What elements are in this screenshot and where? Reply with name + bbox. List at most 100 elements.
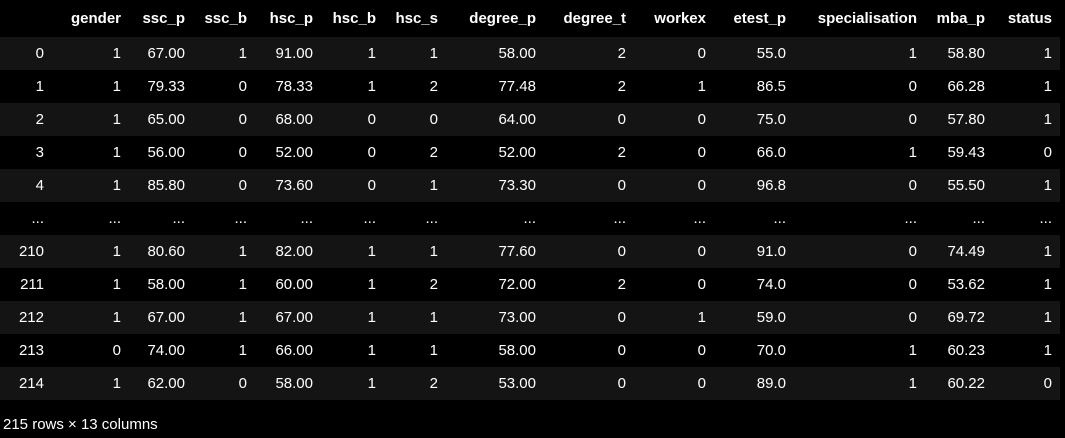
table-cell: 72.00 xyxy=(498,276,536,293)
table-cell: 1 xyxy=(908,144,917,161)
table-cell: 0 xyxy=(367,177,376,194)
table-cell: 0 xyxy=(367,144,376,161)
table-cell: 58.00 xyxy=(498,45,536,62)
table-row: 212 1 67.00 1 67.00 1 1 73.00 0 1 59.0 0 69.72 1 xyxy=(0,301,1060,334)
table-row: 1 1 79.33 0 78.33 1 2 77.48 2 1 86.5 0 66.28 1 xyxy=(0,70,1060,103)
row-index: 211 xyxy=(20,276,44,293)
row-index: 214 xyxy=(18,375,44,392)
table-cell: 0 xyxy=(697,342,706,359)
table-row: 2 1 65.00 0 68.00 0 0 64.00 0 0 75.0 0 57.80 1 xyxy=(0,103,1060,136)
table-cell: 58.80 xyxy=(947,45,985,62)
table-cell: 0 xyxy=(429,111,438,128)
table-cell: 1 xyxy=(367,78,376,95)
table-cell: 53.62 xyxy=(947,276,985,293)
table-cell: 1 xyxy=(112,78,121,95)
column-header: degree_t xyxy=(563,10,626,27)
table-cell: 67.00 xyxy=(147,45,185,62)
table-cell: 52.00 xyxy=(498,144,536,161)
table-cell: ... xyxy=(425,210,438,227)
row-index: 0 xyxy=(35,45,44,62)
index-header xyxy=(0,0,52,37)
table-cell: 57.80 xyxy=(947,111,985,128)
table-cell: 74.00 xyxy=(147,342,185,359)
table-cell: 1 xyxy=(697,78,706,95)
table-cell: 0 xyxy=(697,144,706,161)
table-cell: 74.0 xyxy=(756,276,786,293)
table-cell: 0 xyxy=(367,111,376,128)
table-cell: 60.23 xyxy=(947,342,985,359)
row-index: 4 xyxy=(35,177,44,194)
table-cell: 2 xyxy=(429,78,438,95)
table-row: 210 1 80.60 1 82.00 1 1 77.60 0 0 91.0 0 74.49 1 xyxy=(0,235,1060,268)
table-cell: 0 xyxy=(617,111,626,128)
table-cell: 53.00 xyxy=(498,375,536,392)
table-cell: 1 xyxy=(429,342,438,359)
table-cell: 91.0 xyxy=(756,243,786,260)
table-cell: 67.00 xyxy=(275,309,313,326)
table-cell: 1 xyxy=(238,243,247,260)
table-cell: 80.60 xyxy=(147,243,185,260)
table-row: 213 0 74.00 1 66.00 1 1 58.00 0 0 70.0 1 60.23 1 xyxy=(0,334,1060,367)
table-cell: 74.49 xyxy=(947,243,985,260)
table-cell: 2 xyxy=(429,375,438,392)
column-header: etest_p xyxy=(733,10,786,27)
table-cell: 1 xyxy=(1043,342,1052,359)
table-cell: 1 xyxy=(238,276,247,293)
table-cell: 1 xyxy=(1043,78,1052,95)
table-row: 211 1 58.00 1 60.00 1 2 72.00 2 0 74.0 0 53.62 1 xyxy=(0,268,1060,301)
table-cell: 1 xyxy=(1043,45,1052,62)
table-body: 0 1 67.00 1 91.00 1 1 58.00 2 0 55.0 1 58.80 1 1 1 79.33… xyxy=(0,37,1060,400)
table-cell: 73.30 xyxy=(498,177,536,194)
row-index: 3 xyxy=(35,144,44,161)
column-header: ssc_p xyxy=(142,10,185,27)
table-cell: 0 xyxy=(908,309,917,326)
table-cell: 60.00 xyxy=(275,276,313,293)
dataframe-table: gender ssc_p ssc_b hsc_p hsc_b hsc_s degree_p d… xyxy=(0,0,1060,400)
row-index: 210 xyxy=(18,243,44,260)
table-cell: 1 xyxy=(908,45,917,62)
table-cell: 1 xyxy=(112,111,121,128)
shape-summary: 215 rows × 13 columns xyxy=(3,416,158,433)
table-cell: 0 xyxy=(617,177,626,194)
table-cell: 1 xyxy=(429,309,438,326)
table-cell: 52.00 xyxy=(275,144,313,161)
table-cell: 79.33 xyxy=(147,78,185,95)
table-cell: 0 xyxy=(697,177,706,194)
table-cell: 85.80 xyxy=(147,177,185,194)
table-cell: 2 xyxy=(429,276,438,293)
table-cell: 77.60 xyxy=(498,243,536,260)
table-cell: ... xyxy=(363,210,376,227)
table-cell: 1 xyxy=(429,177,438,194)
table-cell: 1 xyxy=(367,45,376,62)
table-cell: 1 xyxy=(429,45,438,62)
column-header: status xyxy=(1007,10,1052,27)
table-cell: 58.00 xyxy=(498,342,536,359)
table-cell: 1 xyxy=(367,342,376,359)
table-cell: 69.72 xyxy=(947,309,985,326)
table-cell: 0 xyxy=(697,276,706,293)
table-cell: ... xyxy=(234,210,247,227)
table-row: 3 1 56.00 0 52.00 0 2 52.00 2 0 66.0 1 59.43 0 xyxy=(0,136,1060,169)
table-cell: 91.00 xyxy=(275,45,313,62)
table-cell: 96.8 xyxy=(756,177,786,194)
header-row: gender ssc_p ssc_b hsc_p hsc_b hsc_s degree_p d… xyxy=(0,0,1060,37)
table-cell: ... xyxy=(613,210,626,227)
table-cell: ... xyxy=(523,210,536,227)
table-cell: 2 xyxy=(429,144,438,161)
table-row: ........................................… xyxy=(0,202,1060,235)
column-header: degree_p xyxy=(469,10,536,27)
table-cell: 0 xyxy=(238,177,247,194)
table-cell: 2 xyxy=(617,78,626,95)
table-cell: 73.60 xyxy=(275,177,313,194)
table-cell: ... xyxy=(693,210,706,227)
table-cell: 66.00 xyxy=(275,342,313,359)
column-header: hsc_b xyxy=(332,10,376,27)
table-cell: 1 xyxy=(367,276,376,293)
table-cell: 1 xyxy=(697,309,706,326)
row-index: 212 xyxy=(18,309,44,326)
table-cell: 0 xyxy=(617,309,626,326)
table-cell: 0 xyxy=(238,78,247,95)
table-cell: ... xyxy=(773,210,786,227)
table-cell: 86.5 xyxy=(756,78,786,95)
table-cell: 0 xyxy=(1043,144,1052,161)
